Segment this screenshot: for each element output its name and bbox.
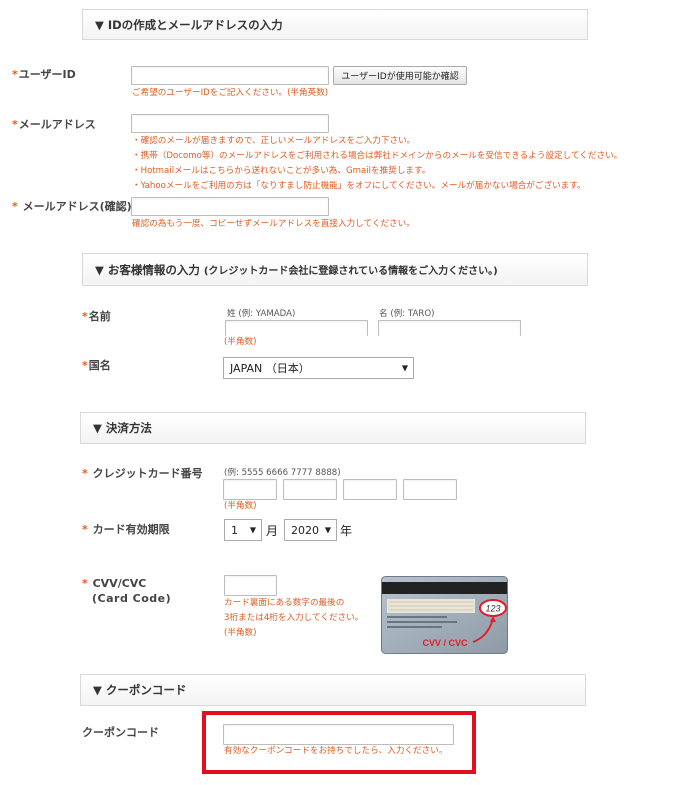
email-confirm-label: * メールアドレス(確認): [12, 198, 132, 214]
email-note-4: ・Yahooメールをご利用の方は「なりすまし防止機能」をオフにしてください。メー…: [132, 181, 586, 191]
card-number-input-1[interactable]: [223, 479, 277, 500]
email-label-text: メールアドレス: [18, 118, 96, 131]
required-mark: *: [82, 359, 88, 372]
required-mark: *: [12, 68, 18, 81]
section-title: ▼ 決済方法: [93, 421, 152, 435]
section-header-payment: ▼ 決済方法: [80, 412, 586, 444]
card-caption: CVV / CVC: [422, 638, 468, 648]
check-user-id-button[interactable]: ユーザーIDが使用可能か確認: [333, 66, 467, 85]
section-header-coupon: ▼ クーポンコード: [80, 674, 586, 706]
required-mark: *: [82, 577, 88, 590]
email-note-2: ・携帯（Docomo等）のメールアドレスをご利用される場合は弊社ドメインからのメ…: [132, 151, 623, 161]
user-id-note: ご希望のユーザーIDをご記入ください。(半角英数): [132, 88, 329, 98]
cvv-input[interactable]: [224, 575, 277, 596]
name-label-text: 名前: [88, 310, 111, 323]
cvv-note-2: 3桁または4桁を入力してください。: [224, 613, 364, 623]
coupon-note: 有効なクーポンコードをお持ちでしたら、入力ください。: [224, 746, 448, 756]
user-id-label: *ユーザーID: [12, 66, 76, 82]
email-confirm-input[interactable]: [131, 197, 329, 216]
section-title: ▼ クーポンコード: [93, 683, 187, 697]
name-label: *名前: [82, 308, 111, 324]
section-header-id-email: ▼ IDの作成とメールアドレスの入力: [82, 9, 588, 40]
expiry-year-select[interactable]: 2020 ▼: [284, 519, 337, 541]
cvv-note-1: カード裏面にある数字の最後の: [224, 598, 345, 608]
chevron-down-icon: ▼: [324, 525, 331, 535]
card-number-note: (半角数): [224, 501, 257, 511]
email-label: *メールアドレス: [12, 116, 96, 132]
first-name-hint: 名 (例: TARO): [379, 309, 435, 319]
expiry-label: * カード有効期限: [82, 521, 170, 537]
cvv-label: * CVV/CVC: [82, 577, 146, 590]
required-mark: *: [82, 467, 88, 480]
email-input[interactable]: [131, 114, 329, 133]
cvv-note-3: (半角数): [224, 628, 257, 638]
first-name-input[interactable]: [378, 320, 521, 336]
last-name-hint: 姓 (例: YAMADA): [227, 309, 296, 319]
year-unit: 年: [340, 524, 353, 538]
section-title: ▼ お客様情報の入力: [95, 262, 200, 277]
card-number-input-4[interactable]: [403, 479, 457, 500]
email-confirm-label-text: メールアドレス(確認): [18, 200, 132, 213]
section-subtitle: (クレジットカード会社に登録されている情報をご入力ください。): [203, 266, 498, 277]
email-confirm-note: 確認の為もう一度、コピーせずメールアドレスを直接入力してください。: [132, 219, 415, 229]
card-number-input-2[interactable]: [283, 479, 337, 500]
expiry-year-value: 2020: [291, 523, 319, 537]
country-label: *国名: [82, 357, 111, 373]
last-name-input[interactable]: [225, 320, 368, 336]
card-back-svg: 123 CVV / CVC: [381, 576, 508, 654]
required-mark: *: [12, 118, 18, 131]
section-header-customer: ▼ お客様情報の入力 (クレジットカード会社に登録されている情報をご入力ください…: [82, 253, 588, 286]
required-mark: *: [82, 523, 88, 536]
month-unit: 月: [266, 524, 279, 538]
country-label-text: 国名: [88, 359, 111, 372]
card-number-label-text: クレジットカード番号: [88, 467, 203, 480]
chevron-down-icon: ▼: [401, 363, 408, 373]
user-id-label-text: ユーザーID: [18, 68, 76, 81]
name-note: (半角数): [224, 337, 257, 347]
required-mark: *: [82, 310, 88, 323]
coupon-label: クーポンコード: [82, 726, 159, 739]
country-select[interactable]: JAPAN （日本） ▼: [223, 357, 414, 379]
expiry-month-value: 1: [231, 523, 238, 537]
card-number-label: * クレジットカード番号: [82, 465, 203, 481]
user-id-input[interactable]: [131, 66, 329, 85]
cvv-label-text: CVV/CVC: [88, 577, 147, 590]
card-code-text: 123: [485, 604, 500, 614]
card-back-image: 123 CVV / CVC: [381, 576, 508, 654]
expiry-month-select[interactable]: 1 ▼: [224, 519, 262, 541]
card-number-input-3[interactable]: [343, 479, 397, 500]
section-title: ▼ IDの作成とメールアドレスの入力: [95, 17, 283, 32]
email-note-1: ・確認のメールが届きますので、正しいメールアドレスをご入力下さい。: [132, 136, 416, 146]
expiry-label-text: カード有効期限: [88, 523, 170, 536]
coupon-input[interactable]: [223, 724, 454, 745]
card-number-hint: (例: 5555 6666 7777 8888): [224, 468, 341, 478]
required-mark: *: [12, 200, 18, 213]
cvv-label-sub: (Card Code): [92, 592, 172, 605]
country-selected-value: JAPAN （日本）: [230, 362, 310, 375]
email-note-3: ・Hotmailメールはこちらから送れないことが多い為、Gmailを推奨します。: [132, 166, 431, 176]
chevron-down-icon: ▼: [249, 525, 256, 535]
